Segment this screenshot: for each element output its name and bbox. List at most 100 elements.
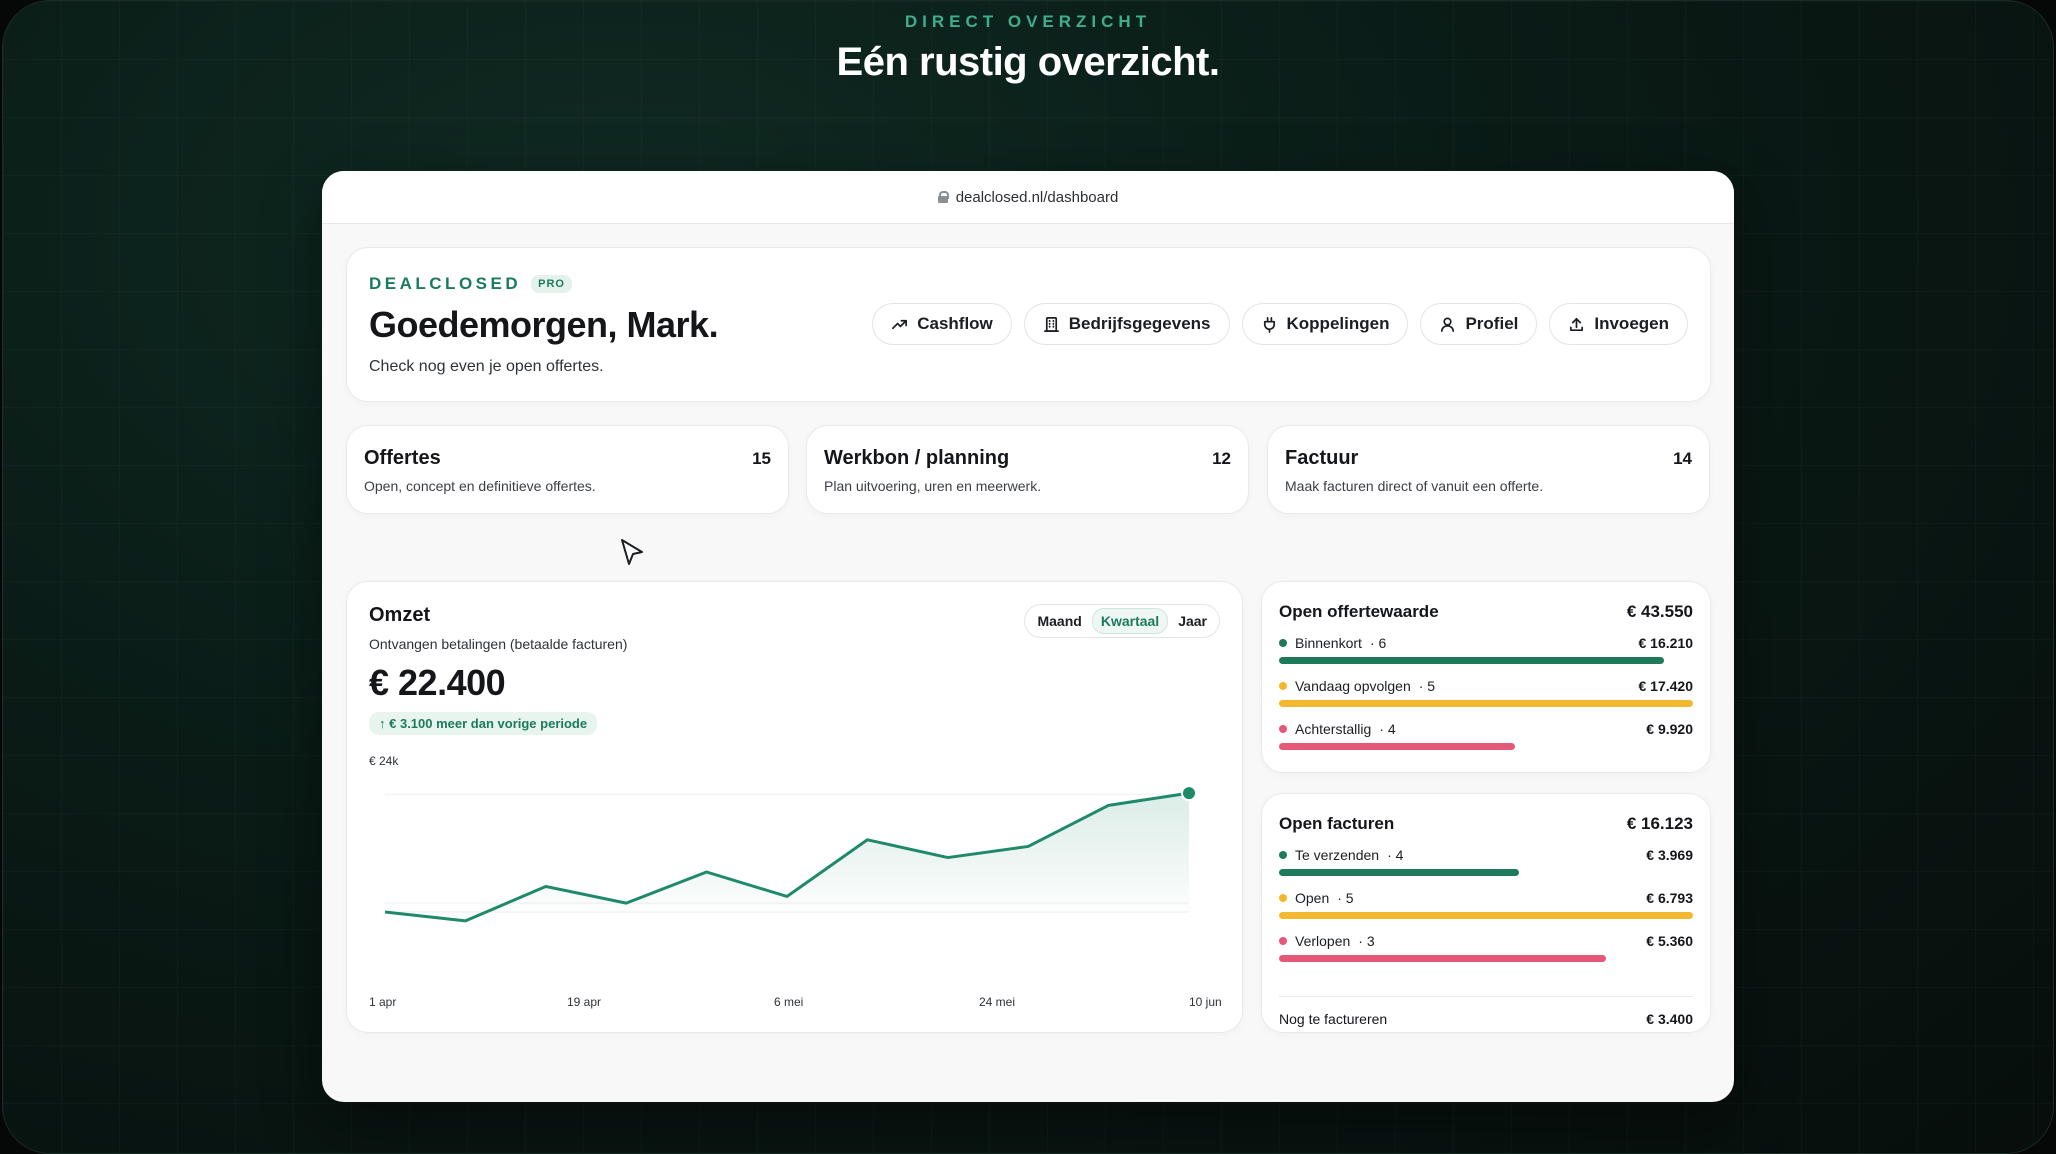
integrations-button[interactable]: Koppelingen xyxy=(1241,303,1409,345)
status-dot-icon xyxy=(1279,725,1287,733)
status-count: · 6 xyxy=(1369,635,1387,651)
open-invoices-total: € 16.123 xyxy=(1626,814,1693,833)
status-progress-bar xyxy=(1279,912,1693,919)
status-progress-bar xyxy=(1279,869,1520,876)
upload-icon xyxy=(1570,317,1584,331)
status-amount: € 9.920 xyxy=(1646,721,1693,737)
status-amount: € 3.969 xyxy=(1646,847,1693,863)
status-progress-bar xyxy=(1279,700,1693,707)
hero-headline: Eén rustig overzicht. xyxy=(836,40,1220,84)
stat-count: 12 xyxy=(1212,449,1231,468)
status-amount: € 6.793 xyxy=(1646,890,1693,906)
data-point xyxy=(946,856,950,860)
cashflow-button[interactable]: Cashflow xyxy=(872,303,1012,345)
stat-title: Offertes xyxy=(364,447,441,469)
status-dot-icon xyxy=(1279,639,1287,647)
hero-eyebrow: DIRECT OVERZICHT xyxy=(904,12,1152,31)
open-quotes-card: Open offertewaarde € 43.550 Binnenkort · … xyxy=(1261,581,1711,773)
data-point xyxy=(785,894,789,898)
status-name: Binnenkort xyxy=(1295,635,1362,651)
uninvoiced-label: Nog te factureren xyxy=(1279,1011,1388,1027)
y-axis-label: € 24k xyxy=(369,754,399,768)
stat-description: Plan uitvoering, uren en meerwerk. xyxy=(824,478,1042,494)
address-bar[interactable]: dealclosed.nl/dashboard xyxy=(322,171,1734,224)
status-dot-icon xyxy=(1279,682,1287,690)
uninvoiced-amount: € 3.400 xyxy=(1646,1011,1693,1027)
open-quotes-title: Open offertewaarde xyxy=(1279,602,1439,621)
profile-label: Profiel xyxy=(1465,314,1519,333)
status-row[interactable]: Verlopen · 3 € 5.360 xyxy=(1279,933,1693,967)
status-count: · 5 xyxy=(1337,890,1354,906)
user-icon xyxy=(1441,317,1455,332)
stat-count: 15 xyxy=(752,449,771,468)
import-label: Invoegen xyxy=(1594,314,1669,333)
status-row[interactable]: Binnenkort · 6 € 16.210 xyxy=(1279,635,1693,669)
status-name: Vandaag opvolgen xyxy=(1295,678,1411,694)
arrow-up-icon: ↑ xyxy=(379,716,386,731)
status-amount: € 16.210 xyxy=(1638,635,1694,651)
stat-description: Maak facturen direct of vanuit een offer… xyxy=(1285,478,1544,494)
period-year[interactable]: Jaar xyxy=(1170,609,1215,633)
status-name: Achterstallig xyxy=(1295,721,1372,737)
period-quarter[interactable]: Kwartaal xyxy=(1091,608,1169,634)
revenue-card: Omzet Ontvangen betalingen (betaalde fac… xyxy=(346,581,1243,1033)
stat-count: 14 xyxy=(1673,449,1692,468)
stat-title: Werkbon / planning xyxy=(824,447,1010,469)
period-month[interactable]: Maand xyxy=(1029,609,1089,633)
status-count: · 4 xyxy=(1387,847,1404,863)
brand-logo: DEALCLOSED xyxy=(369,274,522,293)
cashflow-label: Cashflow xyxy=(917,314,993,333)
open-invoices-title: Open facturen xyxy=(1279,814,1395,833)
data-point xyxy=(705,870,709,874)
x-tick-label: 10 jun xyxy=(1189,995,1222,1009)
data-point xyxy=(624,901,628,905)
status-label: Open · 5 xyxy=(1279,890,1354,906)
invoice-card[interactable]: Factuur 14 Maak facturen direct of vanui… xyxy=(1267,425,1710,514)
profile-button[interactable]: Profiel xyxy=(1420,303,1538,345)
revenue-delta-text: € 3.100 meer dan vorige periode xyxy=(389,716,588,731)
quotes-card[interactable]: Offertes 15 Open, concept en definitieve… xyxy=(346,425,789,514)
status-count: · 4 xyxy=(1379,721,1396,737)
status-label: Achterstallig · 4 xyxy=(1279,721,1396,737)
greeting-subtitle: Check nog even je open offertes. xyxy=(369,358,604,375)
data-point xyxy=(865,838,869,842)
status-label: Binnenkort · 6 xyxy=(1279,635,1386,651)
browser-window: dealclosed.nl/dashboard DEALCLOSED PRO G… xyxy=(322,171,1734,1102)
mouse-cursor-icon xyxy=(621,539,643,565)
data-point xyxy=(1026,844,1030,848)
greeting: Goedemorgen, Mark. xyxy=(369,304,719,345)
x-tick-label: 19 apr xyxy=(567,995,602,1009)
plug-icon xyxy=(1263,316,1275,333)
import-button[interactable]: Invoegen xyxy=(1549,303,1688,345)
revenue-subtitle: Ontvangen betalingen (betaalde facturen) xyxy=(369,636,628,652)
data-point xyxy=(544,884,548,888)
data-point xyxy=(1107,803,1111,807)
status-label: Te verzenden · 4 xyxy=(1279,847,1403,863)
status-count: · 5 xyxy=(1418,678,1436,694)
stat-description: Open, concept en definitieve offertes. xyxy=(364,478,596,494)
latest-data-point[interactable] xyxy=(1181,785,1197,802)
status-name: Verlopen xyxy=(1295,933,1351,949)
status-row[interactable]: Vandaag opvolgen · 5 € 17.420 xyxy=(1279,678,1693,712)
status-progress-bar xyxy=(1279,657,1665,664)
status-progress-bar xyxy=(1279,955,1607,962)
x-tick-label: 24 mei xyxy=(979,995,1016,1009)
status-row[interactable]: Te verzenden · 4 € 3.969 xyxy=(1279,847,1693,881)
welcome-card: DEALCLOSED PRO Goedemorgen, Mark. Check … xyxy=(346,247,1711,402)
status-amount: € 17.420 xyxy=(1638,678,1694,694)
status-row[interactable]: Achterstallig · 4 € 9.920 xyxy=(1279,721,1693,755)
status-name: Te verzenden xyxy=(1295,847,1380,863)
company-details-button[interactable]: Bedrijfsgegevens xyxy=(1023,303,1230,345)
integrations-label: Koppelingen xyxy=(1286,314,1390,333)
plan-badge: PRO xyxy=(531,275,572,293)
status-row[interactable]: Open · 5 € 6.793 xyxy=(1279,890,1693,924)
workorder-card[interactable]: Werkbon / planning 12 Plan uitvoering, u… xyxy=(806,425,1249,514)
revenue-title: Omzet xyxy=(369,604,431,626)
open-quotes-total: € 43.550 xyxy=(1626,602,1693,621)
status-dot-icon xyxy=(1279,851,1287,859)
x-tick-label: 6 mei xyxy=(774,995,804,1009)
uninvoiced-row: Nog te factureren € 3.400 xyxy=(1279,996,1693,1027)
revenue-delta-badge: ↑ € 3.100 meer dan vorige periode xyxy=(369,712,598,735)
status-dot-icon xyxy=(1279,894,1287,902)
revenue-chart xyxy=(384,785,1197,923)
